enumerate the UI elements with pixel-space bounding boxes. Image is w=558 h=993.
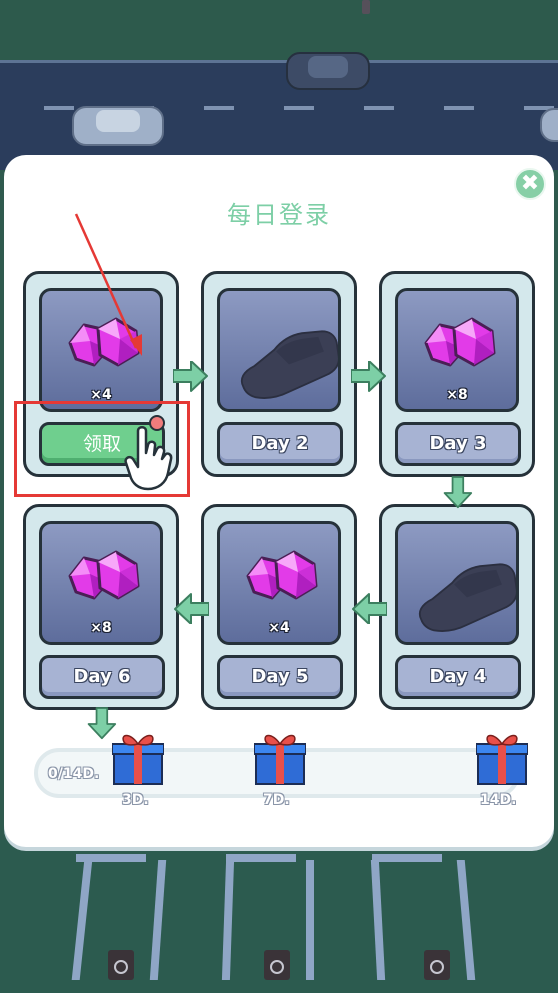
background-grass-top: [0, 0, 558, 60]
reward-image-box: [217, 288, 341, 412]
day-label: Day 6: [39, 655, 165, 699]
car-silhouette-icon: [418, 563, 516, 632]
background-car-light: [72, 106, 164, 146]
reward-image-box: ×8: [395, 288, 519, 412]
background-car-edge: [540, 108, 558, 142]
background-pole: [362, 0, 370, 14]
gem-icon: [246, 550, 318, 600]
close-button[interactable]: ✖: [514, 168, 546, 200]
arrow-down-icon: [443, 476, 473, 509]
reward-card-day-3: ×8 Day 3: [379, 271, 535, 477]
reward-card-day-4: Day 4: [379, 504, 535, 710]
close-icon: ✖: [520, 171, 540, 196]
arrow-right-icon: [173, 361, 208, 392]
arrow-right-icon: [351, 361, 386, 392]
reward-image-box: ×4: [217, 521, 341, 645]
reward-image-box: ×8: [39, 521, 163, 645]
car-silhouette-icon: [240, 330, 338, 399]
gift-box-icon[interactable]: [476, 732, 528, 786]
reward-image-box: [395, 521, 519, 645]
gem-icon: [424, 317, 496, 367]
milestone-label: 14D.: [480, 792, 517, 808]
reward-card-day-2: Day 2: [201, 271, 357, 477]
parking-post: [108, 950, 134, 980]
day-label: Day 4: [395, 655, 521, 699]
arrow-left-icon: [352, 593, 387, 624]
day-label: Day 2: [217, 422, 343, 466]
arrow-left-icon: [174, 593, 209, 624]
reward-card-day-5: ×4 Day 5: [201, 504, 357, 710]
gift-box-icon[interactable]: [112, 732, 164, 786]
milestone-label: 7D.: [263, 792, 290, 808]
day-label: Day 3: [395, 422, 521, 466]
milestone-label: 3D.: [122, 792, 149, 808]
background-car-dark: [286, 52, 370, 90]
tap-hand-icon: [124, 426, 173, 491]
reward-card-day-6: ×8 Day 6: [23, 504, 179, 710]
reward-quantity: ×4: [268, 620, 290, 636]
reward-quantity: ×8: [90, 620, 112, 636]
parking-post: [264, 950, 290, 980]
progress-text: 0/14D.: [48, 766, 100, 782]
day-label: Day 5: [217, 655, 343, 699]
gift-box-icon[interactable]: [254, 732, 306, 786]
gem-icon: [68, 550, 140, 600]
reward-quantity: ×8: [446, 387, 468, 403]
background-parking-lot: [0, 840, 558, 993]
parking-post: [424, 950, 450, 980]
tutorial-arrow-icon: [74, 213, 142, 356]
